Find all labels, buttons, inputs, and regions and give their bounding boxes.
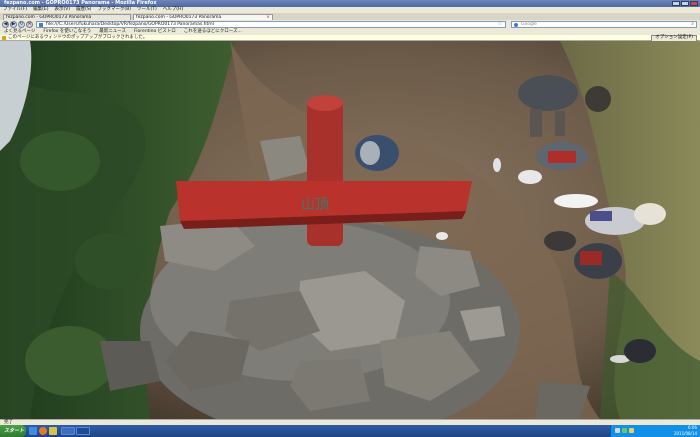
warning-icon (2, 36, 6, 40)
explorer-icon[interactable] (49, 427, 57, 435)
sign-text: 山頂 (301, 197, 329, 213)
navigation-bar: ◀ ▶ ↻ ✕ file:///C:/Users/fukuhara/Deskto… (0, 20, 700, 29)
window-title: fezpano.com - GOPRO0173 Panorama - Mozil… (4, 0, 157, 6)
reload-icon[interactable]: ↻ (18, 21, 25, 28)
firefox-icon[interactable] (39, 427, 47, 435)
close-window-button[interactable] (690, 1, 698, 6)
back-arrow-icon[interactable]: ◀ (2, 21, 9, 28)
window-title-bar[interactable]: fezpano.com - GOPRO0173 Panorama - Mozil… (0, 0, 700, 7)
tab-bar: fezpano.com - GOPRO0173 Panorama fezpano… (0, 13, 700, 20)
network-icon[interactable] (615, 428, 620, 433)
url-bar[interactable]: file:///C:/Users/fukuhara/Desktop/VR/fez… (36, 21, 506, 28)
stop-icon[interactable]: ✕ (26, 21, 33, 28)
maximize-button[interactable] (681, 1, 689, 6)
url-text[interactable]: file:///C:/Users/fukuhara/Desktop/VR/fez… (46, 22, 214, 27)
taskbar-task[interactable] (61, 427, 75, 435)
taskbar: スタート 6:06 2011/08/14 (0, 425, 700, 437)
clock-date: 2011/08/14 (673, 431, 697, 436)
minimize-button[interactable] (672, 1, 680, 6)
security-icon[interactable] (622, 428, 627, 433)
system-tray: 6:06 2011/08/14 (610, 425, 700, 437)
start-button[interactable]: スタート (0, 425, 26, 437)
show-desktop-icon[interactable] (29, 427, 37, 435)
search-placeholder: Google (521, 22, 537, 27)
search-input[interactable]: Google ⌕ (511, 21, 697, 28)
notice-text: このページにあるウィンドウのポップアップがブロックされました。 (8, 35, 148, 40)
clock[interactable]: 6:06 2011/08/14 (674, 425, 697, 437)
panorama-image[interactable]: 山頂 (0, 41, 700, 419)
page-favicon-icon (39, 23, 43, 27)
forward-arrow-icon[interactable]: ▶ (10, 21, 17, 28)
search-icon[interactable]: ⌕ (691, 22, 694, 27)
window-controls (672, 1, 698, 6)
taskbar-task-active[interactable] (76, 427, 90, 435)
search-engine-icon[interactable] (514, 23, 518, 27)
bookmark-star-icon[interactable]: ☆ (498, 22, 502, 27)
panorama-viewer[interactable]: 山頂 (0, 41, 700, 419)
volume-icon[interactable] (629, 428, 634, 433)
